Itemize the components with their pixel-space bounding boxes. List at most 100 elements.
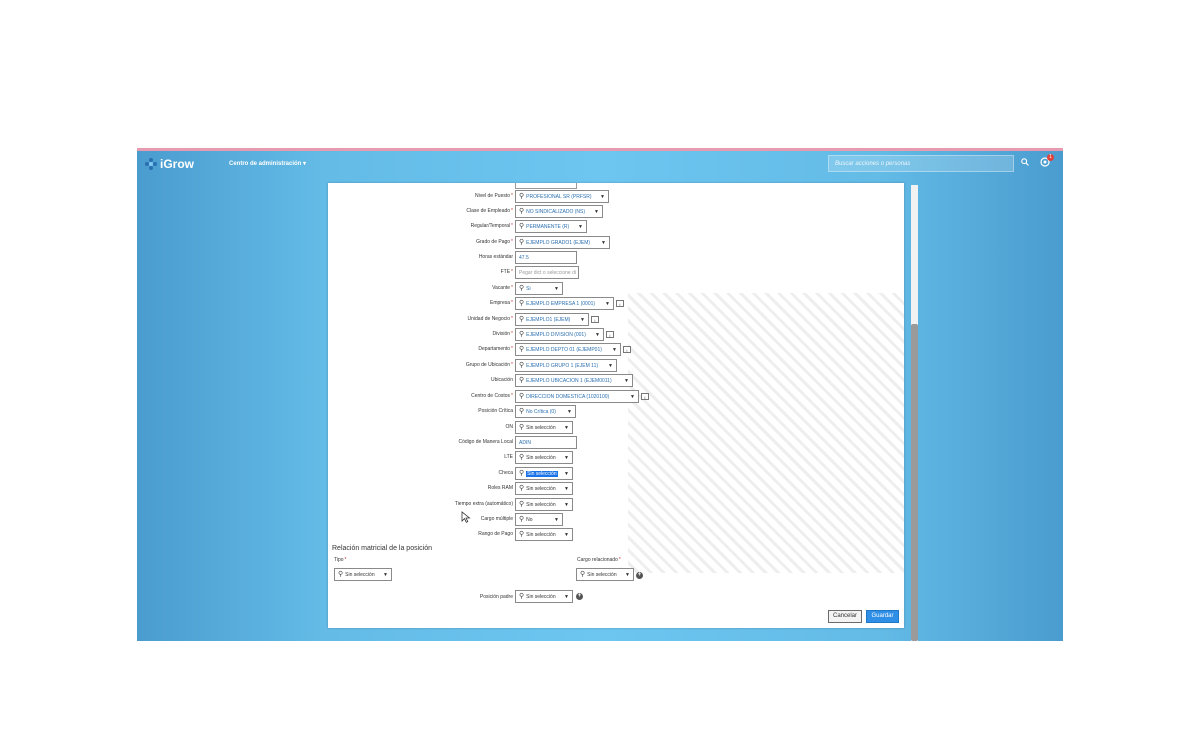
search-placeholder: Buscar acciones o personas — [835, 161, 911, 167]
form-row: ON ⚲ Sin selección ▼ — [328, 421, 904, 435]
chevron-down-icon: ▼ — [612, 346, 617, 353]
text-input[interactable]: ADIN — [515, 436, 577, 449]
field-label: Posición Crítica — [478, 408, 513, 414]
field-label: Clase de Empleado* — [466, 208, 513, 214]
admin-center-label: Centro de administración — [229, 161, 302, 167]
field-value: EJEMPLO GRUPO 1 (EJEM 11) — [526, 362, 599, 369]
lookup-select[interactable]: ⚲ PERMANENTE (R) ▼ — [515, 220, 587, 233]
search-icon: ⚲ — [519, 223, 525, 230]
tipo-select[interactable]: ⚲ Sin selección ▼ — [334, 568, 392, 581]
logo-text: iGrow — [160, 157, 195, 171]
save-button[interactable]: Guardar — [866, 610, 899, 623]
chevron-down-icon: ▼ — [564, 593, 569, 600]
add-icon[interactable]: + — [576, 593, 583, 600]
lookup-select[interactable]: ⚲ Si ▼ — [515, 282, 563, 295]
notification-badge: 1 — [1047, 154, 1054, 161]
field-value: EJEMPLO GRADO1 (EJEM) — [526, 239, 591, 246]
global-search-input[interactable]: Buscar acciones o personas — [828, 155, 1014, 172]
tipo-label: Tipo* — [334, 557, 347, 563]
lookup-select[interactable]: ⚲ Sin selección ▼ — [515, 421, 573, 434]
cancel-button[interactable]: Cancelar — [828, 610, 862, 623]
chevron-down-icon: ▼ — [383, 571, 388, 578]
info-icon[interactable]: i — [591, 316, 599, 323]
search-icon: ⚲ — [519, 593, 525, 600]
chevron-down-icon: ▼ — [578, 223, 583, 230]
lookup-select[interactable]: ⚲ Sin selección ▼ — [515, 528, 573, 541]
logo-dots-icon — [145, 158, 157, 170]
required-asterisk: * — [511, 208, 513, 214]
lookup-select[interactable]: ⚲ EJEMPLO EMPRESA 1 (0001) ▼ — [515, 297, 614, 310]
cargo-relacionado-select[interactable]: ⚲ Sin selección ▼ — [576, 568, 634, 581]
add-icon[interactable]: + — [636, 572, 643, 579]
search-icon: ⚲ — [519, 377, 525, 384]
field-value: ADIN — [519, 439, 531, 446]
igrow-logo[interactable]: iGrow — [145, 155, 194, 173]
required-asterisk: * — [511, 269, 513, 275]
form-row: Ubicación ⚲ EJEMPLO UBICACION 1 (EJEM0011)… — [328, 374, 904, 388]
lookup-select[interactable]: ⚲ EJEMPLO UBICACION 1 (EJEM0011) ▼ — [515, 374, 633, 387]
posicion-padre-select[interactable]: ⚲ Sin selección ▼ — [515, 590, 573, 603]
form-row: Checa ⚲ Sin selección ▼ — [328, 467, 904, 481]
field-label-text: Empresa — [490, 300, 511, 306]
lookup-select[interactable]: ⚲ EJEMPLO DIVISION (001) ▼ — [515, 328, 604, 341]
field-value: PROFESIONAL SR (PRFSR) — [526, 193, 592, 200]
lookup-select[interactable]: ⚲ Sin selección ▼ — [515, 467, 573, 480]
chevron-down-icon: ▼ — [625, 571, 630, 578]
info-icon[interactable]: i — [641, 393, 649, 400]
lookup-select[interactable]: ⚲ Sin selección ▼ — [515, 498, 573, 511]
info-icon[interactable]: i — [623, 346, 631, 353]
field-label: Cargo múltiple — [481, 516, 513, 522]
field-label-text: Grado de Pago — [476, 239, 511, 245]
scrollbar-thumb[interactable] — [911, 324, 918, 641]
lookup-select[interactable]: ⚲ No ▼ — [515, 513, 563, 526]
app-window: iGrow Centro de administración ▾ Buscar … — [137, 148, 1063, 641]
admin-center-menu[interactable]: Centro de administración ▾ — [229, 160, 306, 167]
text-input[interactable]: Pegar dict o seleccione di — [515, 266, 579, 279]
required-asterisk: * — [511, 346, 513, 352]
field-label-text: Posición Crítica — [478, 408, 513, 414]
required-asterisk: * — [511, 362, 513, 368]
field-label-text: Roles RAM — [487, 485, 513, 491]
lookup-select[interactable]: ⚲ PROFESIONAL SR (PRFSR) ▼ — [515, 190, 609, 203]
field-label-text: Rango de Pago — [478, 531, 513, 537]
lookup-select[interactable]: ⚲ Sin selección ▼ — [515, 451, 573, 464]
search-icon: ⚲ — [519, 516, 525, 523]
selected-text: Sin selección — [526, 470, 558, 477]
lookup-select[interactable]: ⚲ EJEMPLO GRUPO 1 (EJEM 11) ▼ — [515, 359, 617, 372]
chevron-down-icon: ▼ — [600, 193, 605, 200]
field-label: Grado de Pago* — [476, 239, 513, 245]
field-value: Sin selección — [526, 501, 556, 508]
field-value: EJEMPLO1 (EJEM) — [526, 316, 571, 323]
search-icon: ⚲ — [519, 331, 525, 338]
field-label: Grupo de Ubicación* — [466, 362, 513, 368]
lookup-select[interactable]: ⚲ NO SINDICALIZADO (NS) ▼ — [515, 205, 603, 218]
field-label: División* — [493, 331, 513, 337]
search-icon: ⚲ — [580, 571, 586, 578]
field-label: FTE* — [501, 269, 513, 275]
search-icon: ⚲ — [519, 193, 525, 200]
form-row: Departamento* ⚲ EJEMPLO DEPTO 01 (EJEMP01)… — [328, 343, 904, 357]
chevron-down-icon: ▼ — [554, 516, 559, 523]
text-input[interactable]: 47.5 — [515, 251, 577, 264]
field-label: Ubicación — [491, 377, 513, 383]
lookup-select[interactable]: ⚲ EJEMPLO1 (EJEM) ▼ — [515, 313, 589, 326]
field-value: NO SINDICALIZADO (NS) — [526, 208, 586, 215]
field-label: Roles RAM — [488, 485, 513, 491]
search-icon[interactable] — [1021, 158, 1029, 168]
field-label-text: Centro de Costos — [471, 393, 511, 399]
field-label: Departamento* — [478, 346, 513, 352]
lookup-select[interactable]: ⚲ Sin selección ▼ — [515, 482, 573, 495]
info-icon[interactable]: i — [616, 300, 624, 307]
info-icon[interactable]: i — [606, 331, 614, 338]
form-row: LTE ⚲ Sin selección ▼ — [328, 451, 904, 465]
lookup-select[interactable]: ⚲ EJEMPLO GRADO1 (EJEM) ▼ — [515, 236, 610, 249]
search-icon: ⚲ — [519, 362, 525, 369]
required-asterisk: * — [344, 557, 347, 563]
form-row: Nivel de Puesto* ⚲ PROFESIONAL SR (PRFSR) ▼ — [328, 190, 904, 204]
search-icon: ⚲ — [519, 531, 525, 538]
lookup-select[interactable]: ⚲ No Crítica (0) ▼ — [515, 405, 576, 418]
lookup-select[interactable]: ⚲ EJEMPLO DEPTO 01 (EJEMP01) ▼ — [515, 343, 621, 356]
field-value: Si — [526, 285, 531, 292]
lookup-select[interactable]: ⚲ DIRECCION DOMESTICA (1020100) ▼ — [515, 390, 639, 403]
field-label-text: Clase de Empleado — [466, 208, 511, 214]
